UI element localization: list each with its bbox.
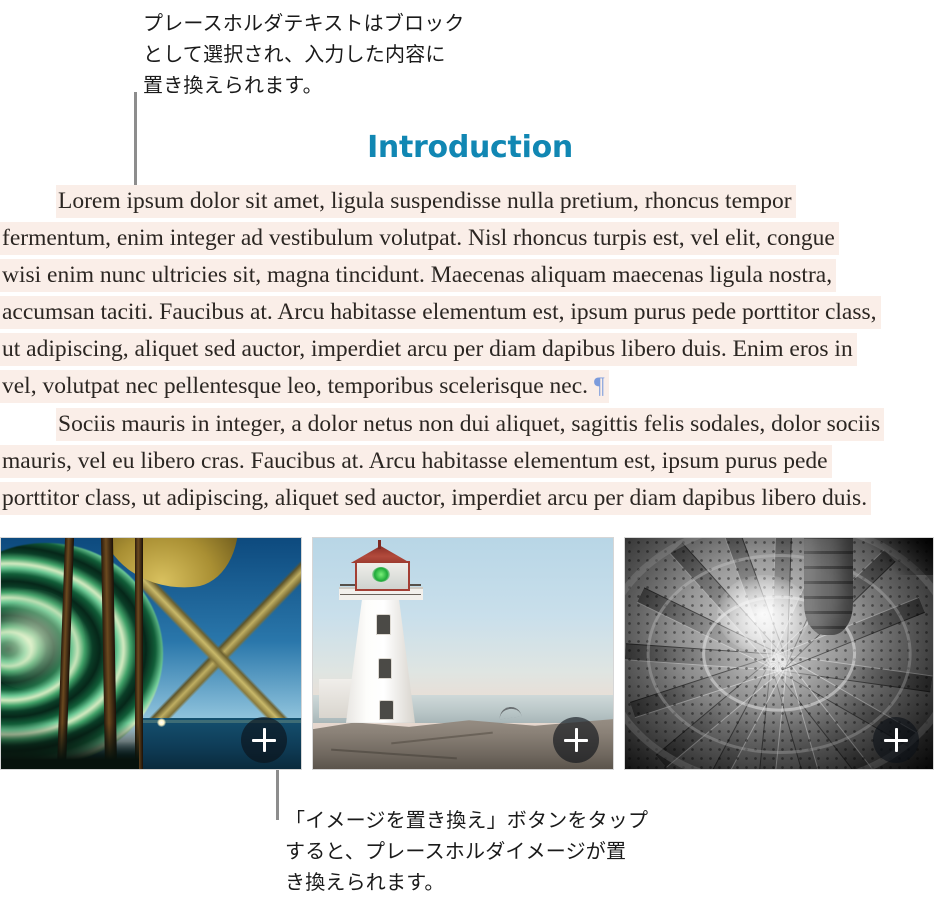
plus-icon <box>262 728 266 752</box>
paragraph-line: Sociis mauris in integer, a dolor netus … <box>0 406 934 443</box>
paragraph-mark-icon: ¶ <box>592 370 609 403</box>
callout-leader-line-bottom <box>276 770 279 820</box>
paragraph-line-text: ut adipiscing, aliquet sed auctor, imper… <box>0 333 857 366</box>
paragraph-line: fermentum, enim integer ad vestibulum vo… <box>0 220 934 257</box>
tower-window <box>376 614 391 635</box>
callout-text-placeholder: プレースホルダテキストはブロック として選択され、入力した内容に 置き換えられま… <box>143 11 465 97</box>
paragraph-line-text: accumsan taciti. Faucibus at. Arcu habit… <box>0 296 881 329</box>
paragraph-line-text: mauris, vel eu libero cras. Faucibus at.… <box>0 445 832 478</box>
placeholder-image-lighthouse-fresnel-lens[interactable] <box>0 537 302 770</box>
paragraph-line: accumsan taciti. Faucibus at. Arcu habit… <box>0 294 934 331</box>
plus-icon <box>894 728 898 752</box>
plus-icon <box>574 728 578 752</box>
callout-replace-image: 「イメージを置き換え」ボタンをタップ すると、プレースホルダイメージが置 き換え… <box>285 808 649 894</box>
replace-image-button[interactable] <box>873 717 919 763</box>
paragraph-line-text: porttitor class, ut adipiscing, aliquet … <box>0 482 872 515</box>
paragraph-line: mauris, vel eu libero cras. Faucibus at.… <box>0 443 934 480</box>
paragraph-line-text: Lorem ipsum dolor sit amet, ligula suspe… <box>56 185 796 218</box>
page-title: Introduction <box>367 130 573 165</box>
paragraph-1: Lorem ipsum dolor sit amet, ligula suspe… <box>0 183 934 405</box>
paragraph-line-text: wisi enim nunc ultricies sit, magna tinc… <box>0 259 837 292</box>
placeholder-image-row <box>0 537 934 770</box>
paragraph-line-text: Sociis mauris in integer, a dolor netus … <box>56 408 885 441</box>
paragraph-line: ut adipiscing, aliquet sed auctor, imper… <box>0 331 934 368</box>
tower-window <box>377 658 393 679</box>
paragraph-line: wisi enim nunc ultricies sit, magna tinc… <box>0 257 934 294</box>
replace-image-button[interactable] <box>241 717 287 763</box>
roof-finial <box>377 540 381 550</box>
document-body: Introduction Lorem ipsum dolor sit amet,… <box>0 130 934 517</box>
placeholder-image-spiral-staircase[interactable] <box>624 537 934 770</box>
paragraph-2: Sociis mauris in integer, a dolor netus … <box>0 406 934 517</box>
paragraph-line-text: vel, volutpat nec pellentesque leo, temp… <box>0 370 592 403</box>
paragraph-line: porttitor class, ut adipiscing, aliquet … <box>0 480 934 517</box>
tower-window <box>379 699 394 721</box>
paragraph-line: Lorem ipsum dolor sit amet, ligula suspe… <box>0 183 934 220</box>
replace-image-button[interactable] <box>553 717 599 763</box>
paragraph-line: vel, volutpat nec pellentesque leo, temp… <box>0 368 934 405</box>
placeholder-image-peggys-cove-lighthouse[interactable] <box>312 537 614 770</box>
lantern-light <box>371 566 390 582</box>
shadow-overlay <box>1 722 139 769</box>
paragraph-line-text: fermentum, enim integer ad vestibulum vo… <box>0 222 839 255</box>
